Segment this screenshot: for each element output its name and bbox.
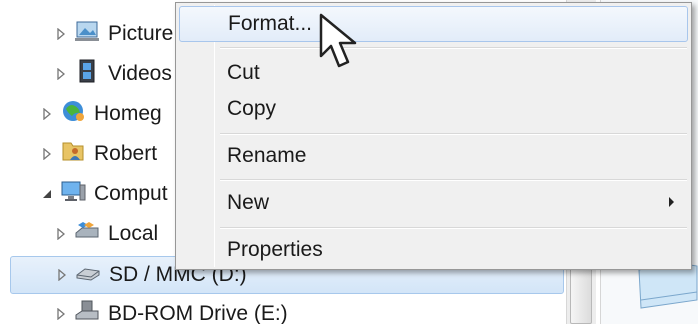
menu-separator: [220, 179, 687, 181]
menu-item-new[interactable]: New: [179, 185, 688, 221]
tree-item-bd-rom[interactable]: BD-ROM Drive (E:): [54, 296, 288, 324]
removable-drive-icon: [75, 260, 101, 290]
menu-item-copy[interactable]: Copy: [179, 91, 688, 127]
menu-item-label: Cut: [227, 61, 260, 84]
tree-item-label: Robert: [94, 142, 158, 165]
context-menu: Format... Cut Copy Rename New Properties: [175, 2, 692, 270]
computer-icon: [60, 179, 86, 209]
menu-item-label: Copy: [227, 97, 277, 120]
tree-item-homegroup[interactable]: Homeg: [40, 96, 162, 132]
tree-item-label: Picture: [108, 22, 174, 45]
submenu-arrow-icon: [669, 197, 674, 207]
tree-item-label: Local: [108, 222, 159, 245]
expand-arrow-icon[interactable]: [54, 307, 68, 321]
expand-arrow-icon[interactable]: [55, 268, 69, 282]
homegroup-icon: [60, 99, 86, 129]
expand-arrow-icon[interactable]: [40, 107, 54, 121]
tree-item-videos[interactable]: Videos: [54, 56, 172, 92]
menu-item-rename[interactable]: Rename: [179, 138, 688, 174]
menu-item-properties[interactable]: Properties: [179, 232, 688, 268]
mouse-pointer-icon: [319, 13, 357, 68]
expand-arrow-icon[interactable]: [54, 27, 68, 41]
menu-item-label: Format...: [228, 12, 313, 35]
menu-item-cut[interactable]: Cut: [179, 55, 688, 91]
collapse-arrow-icon[interactable]: [40, 187, 54, 201]
pictures-library-icon: [74, 19, 100, 49]
expand-arrow-icon[interactable]: [40, 147, 54, 161]
user-folder-icon: [60, 139, 86, 169]
menu-separator: [220, 47, 687, 49]
tree-item-local-disk[interactable]: Local: [54, 216, 158, 252]
tree-item-label: BD-ROM Drive (E:): [108, 302, 288, 324]
tree-item-computer[interactable]: Comput: [40, 176, 168, 212]
scrollbar-thumb[interactable]: [570, 262, 592, 324]
tree-item-pictures[interactable]: Picture: [54, 16, 173, 52]
menu-item-label: Properties: [227, 238, 323, 261]
bd-rom-drive-icon: [74, 299, 100, 324]
expand-arrow-icon[interactable]: [54, 67, 68, 81]
local-disk-icon: [74, 219, 100, 249]
expand-arrow-icon[interactable]: [54, 227, 68, 241]
tree-item-robert[interactable]: Robert: [40, 136, 157, 172]
menu-gutter: [214, 5, 215, 267]
menu-separator: [220, 227, 687, 229]
tree-item-label: Homeg: [94, 102, 162, 125]
menu-item-label: Rename: [227, 144, 307, 167]
menu-item-label: New: [227, 191, 270, 214]
tree-item-label: Videos: [108, 62, 172, 85]
tree-item-label: Comput: [94, 182, 168, 205]
menu-separator: [220, 133, 687, 135]
videos-library-icon: [74, 59, 100, 89]
menu-item-format[interactable]: Format...: [179, 6, 688, 42]
